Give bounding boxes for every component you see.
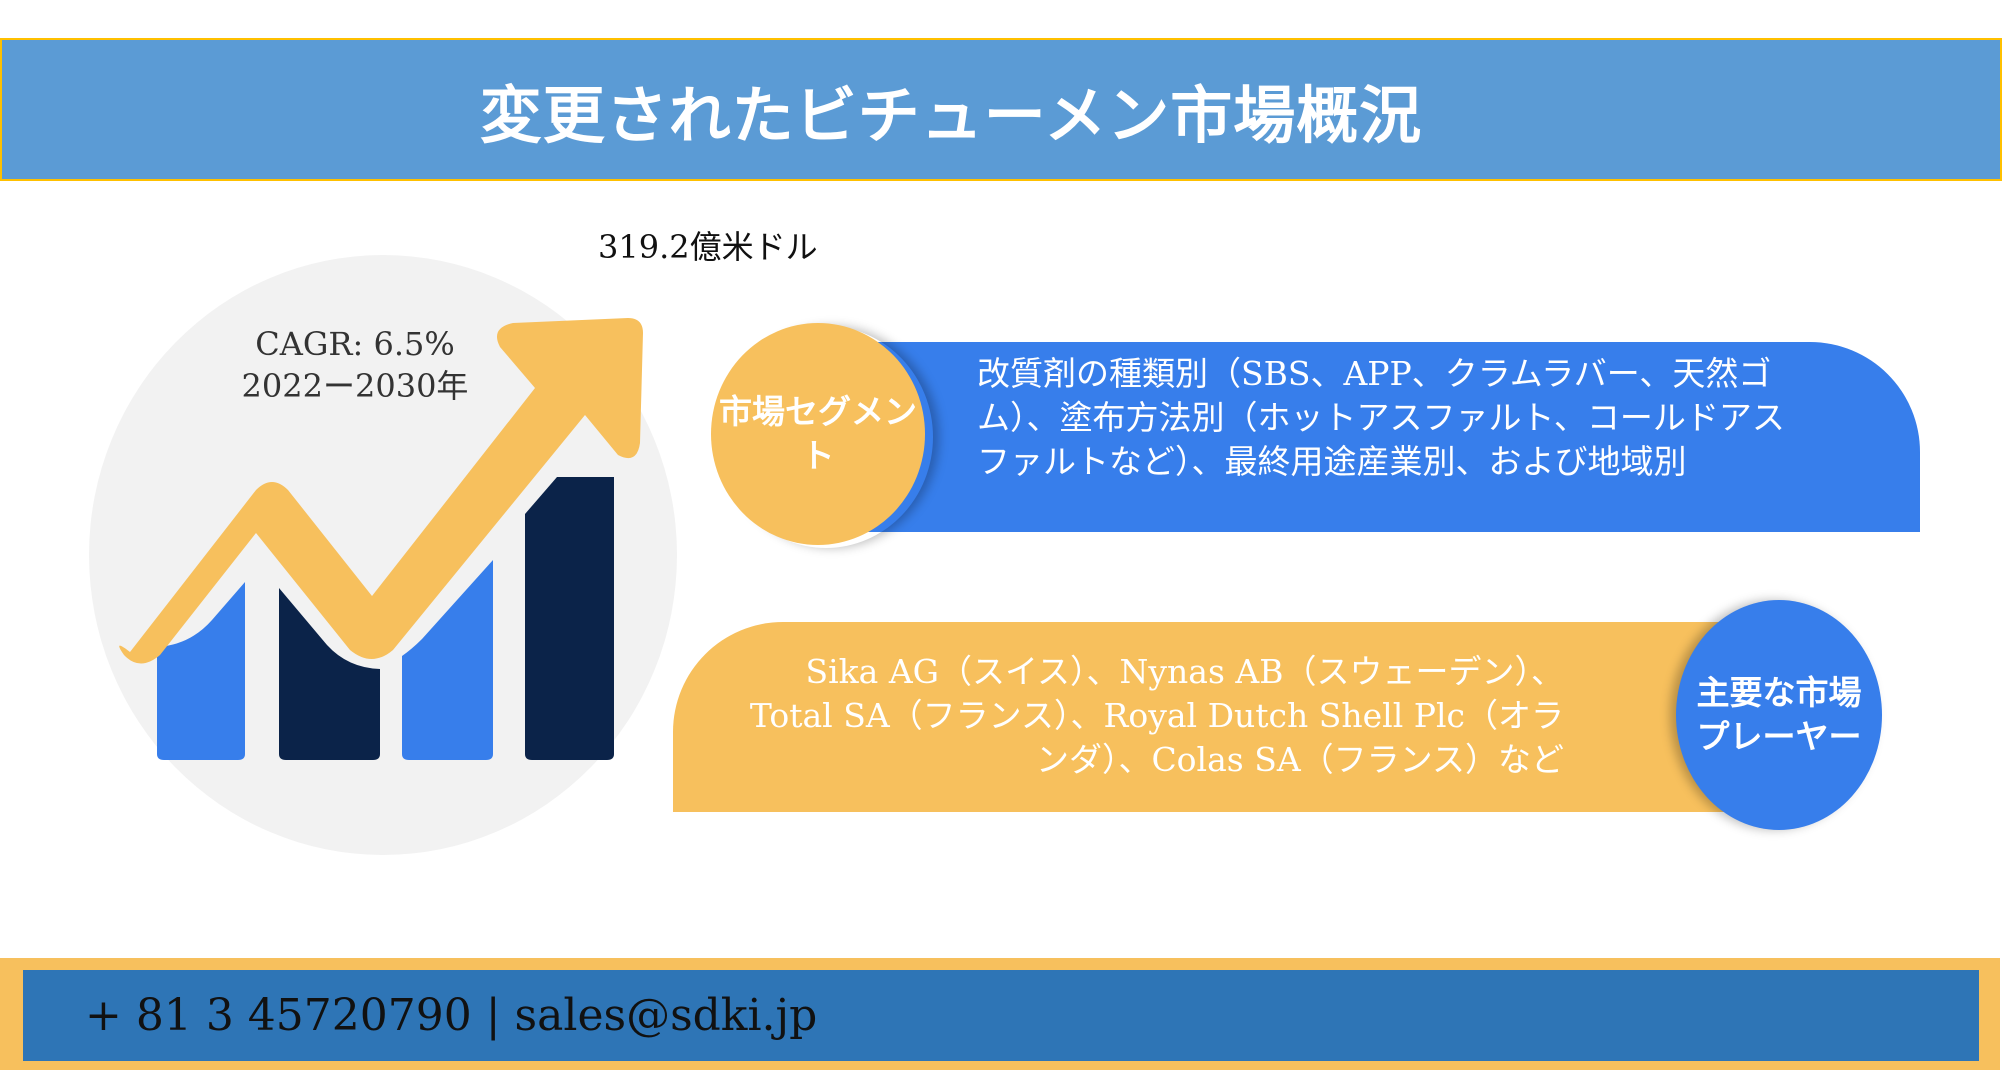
- players-description: Sika AG（スイス）、Nynas AB（スウェーデン）、Total SA（フ…: [749, 652, 1564, 779]
- market-value-label: 319.2億米ドル: [598, 228, 818, 266]
- cagr-value: CAGR: 6.5%: [255, 325, 455, 363]
- page-title: 変更されたビチューメン市場概況: [479, 78, 1423, 152]
- segment-description: 改質剤の種類別（SBS、APP、クラムラバー、天然ゴム）、塗布方法別（ホットアス…: [977, 354, 1785, 481]
- forecast-period: 2022ー2030年: [241, 367, 469, 405]
- contact-info: + 81 3 45720790 | sales@sdki.jp: [85, 990, 818, 1041]
- bar-4: [525, 477, 614, 760]
- footer-bar: + 81 3 45720790 | sales@sdki.jp: [23, 970, 1979, 1061]
- cagr-label: CAGR: 6.5% 2022ー2030年: [200, 323, 510, 407]
- players-badge: 主要な市場プレーヤー: [1676, 600, 1882, 830]
- growth-chart-icon: [89, 255, 677, 855]
- segment-badge: 市場セグメント: [711, 323, 925, 545]
